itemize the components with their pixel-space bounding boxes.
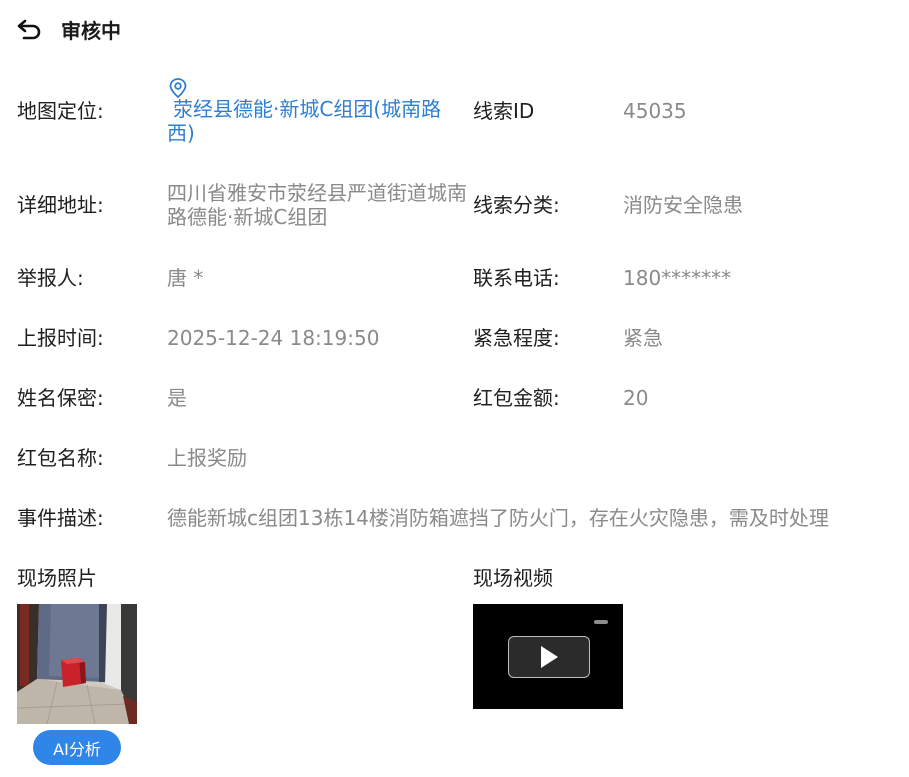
- scene-photo-thumbnail[interactable]: [17, 604, 137, 724]
- detail-address-value: 四川省雅安市荥经县严道街道城南路德能·新城C组团: [167, 181, 467, 229]
- description-label: 事件描述:: [17, 506, 104, 530]
- photos-title: 现场照片: [17, 566, 97, 590]
- location-value: 荥经县德能·新城C组团(城南路西): [167, 97, 442, 145]
- undo-arrow-icon: [17, 19, 41, 40]
- reporter-label: 举报人:: [17, 266, 84, 290]
- reporter-value: 唐 *: [167, 266, 204, 290]
- report-time-label: 上报时间:: [17, 326, 104, 350]
- scene-photo-image: [17, 604, 137, 724]
- scene-video-player[interactable]: [473, 604, 623, 709]
- page-header: 审核中: [17, 14, 121, 44]
- back-button[interactable]: [17, 15, 45, 43]
- videos-title: 现场视频: [473, 566, 553, 590]
- location-label: 地图定位:: [17, 99, 104, 123]
- red-packet-amount-value: 20: [623, 386, 649, 410]
- clue-id-label: 线索ID: [473, 99, 535, 123]
- red-packet-name-label: 红包名称:: [17, 446, 104, 470]
- video-menu-icon[interactable]: [594, 620, 608, 624]
- clue-category-label: 线索分类:: [473, 193, 560, 217]
- name-secret-value: 是: [167, 386, 187, 410]
- play-button[interactable]: [508, 636, 590, 678]
- red-packet-amount-label: 红包金额:: [473, 386, 560, 410]
- description-value: 德能新城c组团13栋14楼消防箱遮挡了防火门，存在火灾隐患，需及时处理: [167, 506, 829, 530]
- red-packet-name-value: 上报奖励: [167, 446, 247, 470]
- location-link[interactable]: 荥经县德能·新城C组团(城南路西): [167, 77, 467, 145]
- urgency-value: 紧急: [623, 326, 663, 350]
- phone-value: 180*******: [623, 266, 732, 290]
- map-pin-icon: [169, 78, 187, 99]
- name-secret-label: 姓名保密:: [17, 386, 104, 410]
- urgency-label: 紧急程度:: [473, 326, 560, 350]
- phone-label: 联系电话:: [473, 266, 560, 290]
- report-time-value: 2025-12-24 18:19:50: [167, 326, 380, 350]
- play-icon: [541, 646, 558, 668]
- detail-address-label: 详细地址:: [17, 193, 104, 217]
- page-title: 审核中: [61, 18, 121, 43]
- clue-category-value: 消防安全隐患: [623, 193, 743, 217]
- review-detail-page: 审核中 地图定位: 荥经县德能·新城C组团(城南路西) 线索ID 45035 详…: [0, 0, 909, 777]
- ai-analysis-button[interactable]: AI分析: [33, 730, 121, 765]
- clue-id-value: 45035: [623, 99, 687, 123]
